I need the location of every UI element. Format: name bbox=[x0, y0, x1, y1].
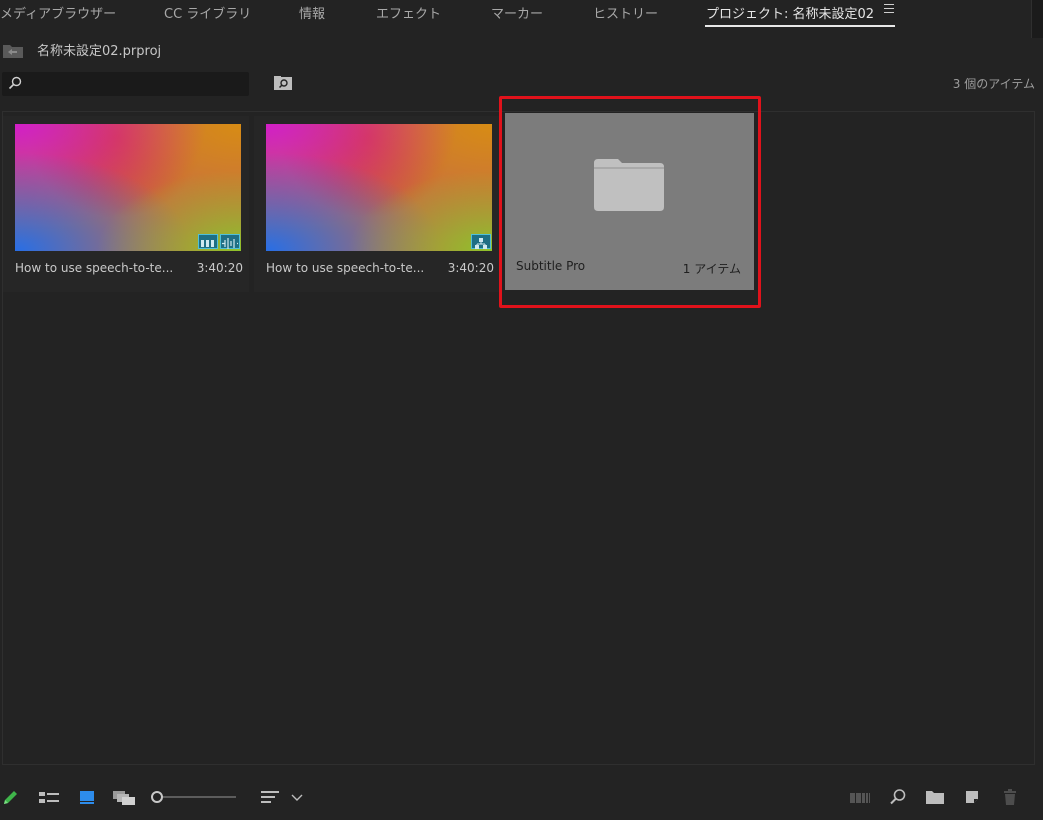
project-item-tile[interactable]: How to use speech-to-te... 3:40:20 bbox=[3, 116, 249, 292]
panel-scrollbar[interactable] bbox=[1031, 0, 1043, 38]
tab-cc-libraries[interactable]: CC ライブラリ bbox=[164, 3, 251, 22]
sequence-badge-icon bbox=[471, 234, 491, 249]
item-thumbnail bbox=[15, 124, 241, 251]
search-input[interactable] bbox=[2, 72, 249, 96]
video-badge-icon bbox=[198, 234, 218, 249]
tab-info[interactable]: 情報 bbox=[299, 3, 325, 22]
item-duration: 3:40:20 bbox=[196, 261, 243, 275]
bin-item-count: 1 アイテム bbox=[682, 262, 741, 276]
find-icon[interactable] bbox=[889, 788, 907, 806]
active-tab-indicator bbox=[705, 25, 895, 27]
bin-name: Subtitle Pro bbox=[516, 259, 586, 273]
item-name: How to use speech-to-te... bbox=[266, 261, 425, 275]
project-item-tile[interactable]: How to use speech-to-te... 3:40:20 bbox=[254, 116, 500, 292]
search-icon bbox=[8, 76, 22, 90]
audio-waveform-icon bbox=[220, 234, 240, 249]
list-view-icon[interactable] bbox=[38, 788, 60, 806]
item-name: How to use speech-to-te... bbox=[15, 261, 174, 275]
pencil-icon[interactable] bbox=[2, 788, 20, 806]
trash-icon[interactable] bbox=[1002, 788, 1018, 806]
folder-icon bbox=[594, 159, 664, 211]
item-duration: 3:40:20 bbox=[447, 261, 494, 275]
tab-effects[interactable]: エフェクト bbox=[376, 3, 441, 22]
chevron-down-icon[interactable] bbox=[290, 788, 304, 806]
bin-item-tile[interactable]: Subtitle Pro 1 アイテム bbox=[505, 113, 754, 290]
zoom-slider-track[interactable] bbox=[163, 796, 236, 798]
search-bin-icon bbox=[274, 76, 292, 90]
item-count-label: 3 個のアイテム bbox=[952, 77, 1035, 91]
automate-to-sequence-icon[interactable] bbox=[849, 788, 871, 806]
bottom-toolbar bbox=[0, 780, 1043, 820]
tab-project[interactable]: プロジェクト: 名称未設定02 bbox=[706, 3, 874, 22]
item-thumbnail bbox=[266, 124, 492, 251]
tab-history[interactable]: ヒストリー bbox=[593, 3, 658, 22]
new-search-bin-button[interactable] bbox=[273, 75, 293, 91]
project-bin-icon[interactable] bbox=[2, 42, 24, 59]
new-item-icon[interactable] bbox=[963, 788, 981, 806]
tab-media-browser[interactable]: メディアブラウザー bbox=[0, 3, 116, 22]
sort-icon[interactable] bbox=[260, 788, 280, 806]
zoom-slider-handle[interactable] bbox=[151, 791, 163, 803]
icon-view-icon[interactable] bbox=[78, 788, 96, 806]
panel-menu-icon[interactable] bbox=[884, 4, 896, 16]
panel-tab-bar: メディアブラウザー CC ライブラリ 情報 エフェクト マーカー ヒストリー プ… bbox=[0, 0, 1043, 38]
new-bin-icon[interactable] bbox=[925, 788, 945, 806]
freeform-view-icon[interactable] bbox=[112, 788, 136, 806]
project-file-name: 名称未設定02.prproj bbox=[37, 44, 162, 59]
tab-markers[interactable]: マーカー bbox=[491, 3, 543, 22]
